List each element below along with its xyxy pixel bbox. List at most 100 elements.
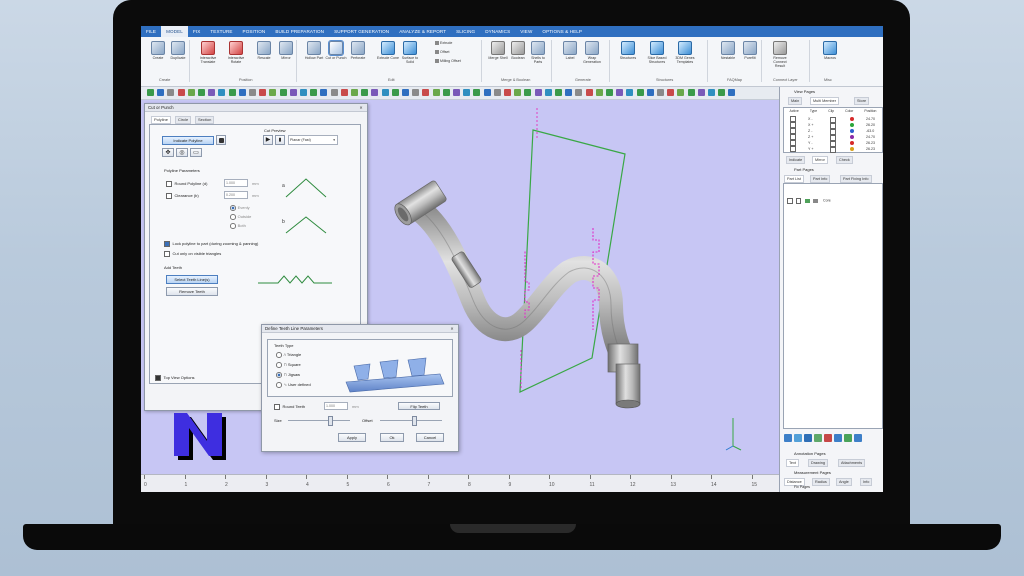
toolbar-tool-icon[interactable] [177, 89, 185, 96]
tab-part-fixing-info[interactable]: Part Fixing Info [840, 175, 872, 183]
cut-or-punch-button[interactable]: Cut or Punch [325, 40, 347, 60]
close-polyline-button[interactable]: ◎ [176, 148, 188, 157]
toolbar-tool-icon[interactable] [432, 89, 440, 96]
hollow-part-button[interactable]: Hollow Part [303, 41, 325, 60]
clip-color-swatch[interactable] [850, 147, 854, 151]
tab-info[interactable]: Info [860, 478, 873, 486]
page-icon[interactable] [844, 434, 852, 442]
toolbar-tool-icon[interactable] [157, 89, 165, 96]
clip-active-checkbox[interactable] [790, 128, 796, 134]
clip-color-swatch[interactable] [850, 129, 854, 133]
erase-button[interactable]: ▭ [190, 148, 202, 157]
toolbar-tool-icon[interactable] [402, 89, 409, 96]
ribbon-tab-support-generation[interactable]: SUPPORT GENERATION [329, 26, 394, 37]
page-icon[interactable] [784, 434, 792, 442]
toolbar-tool-icon[interactable] [657, 89, 664, 96]
teeth-type-user-defined-radio[interactable]: ∿ User defined [276, 382, 311, 388]
ok-button[interactable]: Ok [380, 433, 404, 442]
clip-row[interactable]: Y + 26.23 [790, 146, 882, 153]
page-icon[interactable] [824, 434, 832, 442]
offset-item[interactable]: Offset [435, 50, 450, 55]
toolbar-tool-icon[interactable] [504, 89, 511, 96]
apply-button[interactable]: Apply [338, 433, 366, 442]
ribbon-tab-fix[interactable]: FIX [188, 26, 205, 37]
ribbon-tab-options-help[interactable]: OPTIONS & HELP [537, 26, 587, 37]
teeth-type-jigsaw-radio[interactable]: ⊓ Jigsaw [276, 372, 300, 378]
clip-active-checkbox[interactable] [790, 140, 796, 146]
toolbar-tool-icon[interactable] [667, 89, 675, 96]
page-icon[interactable] [814, 434, 822, 442]
toolbar-tool-icon[interactable] [585, 89, 593, 96]
toolbar-tool-icon[interactable] [228, 89, 236, 96]
offset-slider-thumb[interactable] [412, 416, 417, 426]
tab-check[interactable]: Check [836, 156, 853, 164]
ribbon-tab-slicing[interactable]: SLICING [451, 26, 480, 37]
teeth-type-triangle-radio[interactable]: /\ Triangle [276, 352, 301, 358]
tab-indicate[interactable]: Indicate [786, 156, 806, 164]
extrude-cone-button[interactable]: Extrude Cone [377, 41, 399, 60]
clip-color-swatch[interactable] [850, 117, 854, 121]
clearance-checkbox[interactable]: Clearance (b) [166, 193, 199, 199]
round-polyline-input[interactable]: 1.000 [224, 179, 248, 187]
interactive-translate-button[interactable]: Interactive Translate [197, 41, 219, 64]
toolbar-tool-icon[interactable] [687, 89, 695, 96]
ribbon-tab-dynamics[interactable]: DYNAMICS [480, 26, 515, 37]
cut-visible-checkbox[interactable]: Cut only on visible triangles [164, 251, 221, 257]
tab-part-list[interactable]: Part List [784, 175, 804, 183]
toolbar-tool-icon[interactable] [279, 89, 287, 96]
evenly-radio[interactable]: Evenly [230, 205, 250, 211]
toolbar-tool-icon[interactable] [524, 89, 532, 96]
toolbar-tool-icon[interactable] [718, 89, 726, 96]
select-teeth-lines-button[interactable]: Select Teeth Line(s) [166, 275, 218, 284]
part-row[interactable]: Core [787, 198, 831, 204]
stop-button[interactable] [216, 135, 226, 145]
tab-angle[interactable]: Angle [836, 478, 852, 486]
duplicate-button[interactable]: Duplicate [167, 41, 189, 60]
boolean-button[interactable]: Boolean [507, 41, 529, 60]
page-icon[interactable] [834, 434, 842, 442]
toolbar-tool-icon[interactable] [208, 89, 216, 96]
size-slider-thumb[interactable] [328, 416, 333, 426]
toolbar-tool-icon[interactable] [544, 89, 552, 96]
toolbar-tool-icon[interactable] [565, 89, 573, 96]
clip-active-checkbox[interactable] [790, 122, 796, 128]
3dm-genes-templates-button[interactable]: 3DM Genes Templates [674, 41, 696, 64]
toolbar-tool-icon[interactable] [636, 89, 644, 96]
toolbar-tool-icon[interactable] [238, 89, 246, 96]
size-slider[interactable] [288, 420, 350, 421]
ribbon-tab-view[interactable]: VIEW [515, 26, 537, 37]
lock-polyline-checkbox[interactable]: Lock polyline to part (during zooming & … [164, 241, 258, 247]
toolbar-tool-icon[interactable] [708, 89, 715, 96]
clip-color-swatch[interactable] [850, 135, 854, 139]
macros-button[interactable]: Macros [819, 41, 841, 60]
tab-text[interactable]: Text [786, 459, 799, 467]
indicate-polyline-button[interactable]: Indicate Polyline [162, 136, 214, 145]
toolbar-tool-icon[interactable] [300, 89, 307, 96]
cancel-button[interactable]: Cancel [416, 433, 444, 442]
toolbar-tool-icon[interactable] [351, 89, 358, 96]
toolbar-tool-icon[interactable] [249, 89, 256, 96]
flip-teeth-button[interactable]: Flip Teeth [398, 402, 440, 410]
clip-active-checkbox[interactable] [790, 146, 796, 152]
toolbar-tool-icon[interactable] [442, 89, 450, 96]
toolbar-tool-icon[interactable] [555, 89, 562, 96]
tab-drawing[interactable]: Drawing [808, 459, 828, 467]
toolbar-tool-icon[interactable] [187, 89, 195, 96]
page-icon[interactable] [854, 434, 862, 442]
toolbar-tool-icon[interactable] [483, 89, 491, 96]
toolbar-tool-icon[interactable] [453, 89, 460, 96]
toolbar-tool-icon[interactable] [289, 89, 297, 96]
toolbar-tool-icon[interactable] [514, 89, 522, 96]
toolbar-tool-icon[interactable] [473, 89, 481, 96]
remove-teeth-button[interactable]: Remove Teeth [166, 287, 218, 296]
both-radio[interactable]: Both [230, 223, 246, 229]
toolbar-tool-icon[interactable] [371, 89, 379, 96]
toolbar-tool-icon[interactable] [259, 89, 267, 96]
close-icon[interactable]: ✕ [449, 326, 455, 331]
teeth-type-square-radio[interactable]: ⊓ Square [276, 362, 301, 368]
pause-button[interactable]: ▮ [275, 135, 285, 145]
ribbon-tab-build-preparation[interactable]: BUILD PREPARATION [270, 26, 329, 37]
toolbar-tool-icon[interactable] [677, 89, 685, 96]
tab-multi-member[interactable]: Multi Member [810, 97, 839, 105]
toolbar-tool-icon[interactable] [575, 89, 583, 96]
